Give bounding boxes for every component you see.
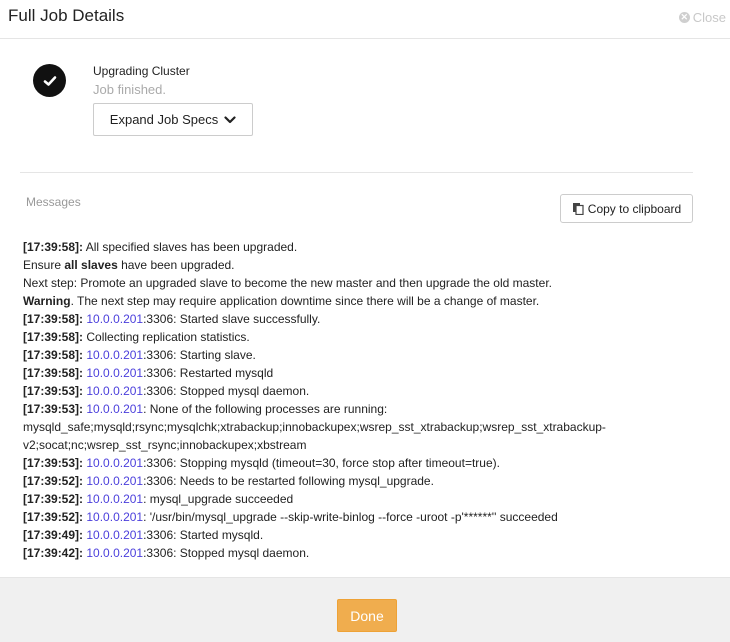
log-timestamp: [17:39:58]:	[23, 312, 84, 326]
host-link[interactable]: 10.0.0.201	[86, 474, 143, 488]
modal-title: Full Job Details	[8, 6, 125, 25]
modal-footer: Done	[0, 577, 730, 642]
log-line: [17:39:42]: 10.0.0.201:3306: Stopped mys…	[23, 544, 683, 562]
close-icon: ✕	[678, 12, 690, 23]
log-line: [17:39:52]: 10.0.0.201: mysql_upgrade su…	[23, 490, 683, 508]
log-text: :3306: Started slave successfully.	[143, 312, 321, 326]
log-line: [17:39:58]: Collecting replication stati…	[23, 328, 683, 346]
expand-job-specs-button[interactable]: Expand Job Specs	[93, 103, 253, 136]
modal-header: Full Job Details ✕ Close	[0, 0, 730, 39]
host-link[interactable]: 10.0.0.201	[86, 312, 143, 326]
log-text: . The next step may require application …	[70, 294, 540, 308]
log-text: :3306: Stopping mysqld (timeout=30, forc…	[143, 456, 500, 470]
log-timestamp: [17:39:52]:	[23, 474, 84, 488]
log-line: [17:39:58]: 10.0.0.201:3306: Starting sl…	[23, 346, 683, 364]
log-emphasis: Warning	[23, 294, 71, 308]
job-status-text: Job finished.	[93, 82, 166, 97]
log-text: : '/usr/bin/mysql_upgrade --skip-write-b…	[143, 510, 558, 524]
log-text: :3306: Stopped mysql daemon.	[143, 384, 310, 398]
log-line: [17:39:53]: 10.0.0.201:3306: Stopped mys…	[23, 382, 683, 400]
log-line: [17:39:58]: 10.0.0.201:3306: Restarted m…	[23, 364, 683, 382]
job-title: Upgrading Cluster	[93, 64, 190, 78]
log-line: [17:39:58]: 10.0.0.201:3306: Started sla…	[23, 310, 683, 328]
log-line: [17:39:58]: All specified slaves has bee…	[23, 238, 683, 256]
log-text: : mysql_upgrade succeeded	[143, 492, 294, 506]
log-text: :3306: Needs to be restarted following m…	[143, 474, 434, 488]
log-timestamp: [17:39:58]:	[23, 348, 84, 362]
log-timestamp: [17:39:58]:	[23, 330, 84, 344]
log-line: [17:39:52]: 10.0.0.201:3306: Needs to be…	[23, 472, 683, 490]
host-link[interactable]: 10.0.0.201	[86, 456, 143, 470]
check-circle-icon	[33, 64, 66, 97]
log-text: Ensure	[23, 258, 65, 272]
log-timestamp: [17:39:58]:	[23, 240, 84, 254]
expand-job-specs-label: Expand Job Specs	[109, 112, 219, 127]
done-button[interactable]: Done	[337, 599, 397, 632]
log-timestamp: [17:39:52]:	[23, 510, 84, 524]
messages-log: [17:39:58]: All specified slaves has bee…	[23, 238, 683, 562]
copy-to-clipboard-label: Copy to clipboard	[587, 201, 682, 216]
host-link[interactable]: 10.0.0.201	[86, 546, 143, 560]
chevron-down-icon	[224, 115, 236, 123]
log-timestamp: [17:39:52]:	[23, 492, 84, 506]
host-link[interactable]: 10.0.0.201	[86, 528, 143, 542]
log-line: Ensure all slaves have been upgraded.	[23, 256, 683, 274]
log-line: Next step: Promote an upgraded slave to …	[23, 274, 683, 292]
log-timestamp: [17:39:53]:	[23, 402, 84, 416]
host-link[interactable]: 10.0.0.201	[86, 366, 143, 380]
close-label: Close	[692, 10, 726, 25]
log-text: Next step: Promote an upgraded slave to …	[23, 276, 552, 290]
log-line: [17:39:53]: 10.0.0.201:3306: Stopping my…	[23, 454, 683, 472]
log-emphasis: all slaves	[64, 258, 118, 272]
host-link[interactable]: 10.0.0.201	[86, 384, 143, 398]
log-line: [17:39:49]: 10.0.0.201:3306: Started mys…	[23, 526, 683, 544]
log-text: :3306: Starting slave.	[143, 348, 256, 362]
clipboard-icon	[572, 203, 584, 215]
log-text: have been upgraded.	[117, 258, 235, 272]
host-link[interactable]: 10.0.0.201	[86, 348, 143, 362]
messages-label: Messages	[26, 195, 81, 209]
log-text: Collecting replication statistics.	[83, 330, 250, 344]
close-button[interactable]: ✕ Close	[678, 10, 726, 25]
section-divider	[20, 172, 693, 173]
host-link[interactable]: 10.0.0.201	[86, 510, 143, 524]
log-timestamp: [17:39:53]:	[23, 384, 84, 398]
log-timestamp: [17:39:42]:	[23, 546, 84, 560]
log-text: All specified slaves has been upgraded.	[83, 240, 298, 254]
log-line: [17:39:53]: 10.0.0.201: None of the foll…	[23, 400, 683, 454]
host-link[interactable]: 10.0.0.201	[86, 402, 143, 416]
log-text: :3306: Restarted mysqld	[143, 366, 274, 380]
copy-to-clipboard-button[interactable]: Copy to clipboard	[560, 194, 693, 223]
log-timestamp: [17:39:49]:	[23, 528, 84, 542]
host-link[interactable]: 10.0.0.201	[86, 492, 143, 506]
log-timestamp: [17:39:53]:	[23, 456, 84, 470]
log-text: :3306: Started mysqld.	[143, 528, 264, 542]
log-line: [17:39:52]: 10.0.0.201: '/usr/bin/mysql_…	[23, 508, 683, 526]
log-text: :3306: Stopped mysql daemon.	[143, 546, 310, 560]
log-line: Warning. The next step may require appli…	[23, 292, 683, 310]
job-details-modal: Full Job Details ✕ Close Upgrading Clust…	[0, 0, 730, 642]
log-timestamp: [17:39:58]:	[23, 366, 84, 380]
